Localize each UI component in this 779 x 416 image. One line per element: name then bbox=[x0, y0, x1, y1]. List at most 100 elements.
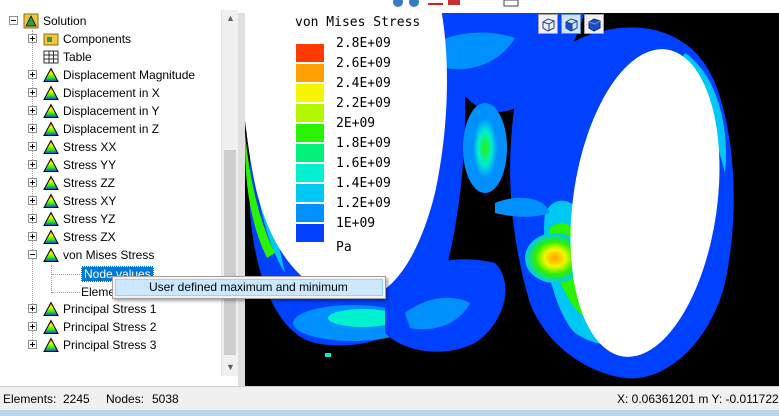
3d-viewport[interactable] bbox=[245, 13, 779, 386]
tree-item[interactable]: Displacement Magnitude bbox=[0, 66, 220, 84]
legend-value: 2.2E+09 bbox=[336, 96, 391, 111]
legend-swatch bbox=[296, 164, 324, 182]
result-triangle-icon bbox=[43, 193, 59, 208]
tree-root-label: Solution bbox=[43, 14, 87, 28]
tree-item[interactable]: Displacement in Y bbox=[0, 102, 220, 120]
iso-view-outline-button[interactable] bbox=[538, 14, 558, 34]
result-triangle-icon bbox=[43, 301, 59, 316]
table-icon bbox=[43, 50, 59, 64]
tree-item-label: Principal Stress 3 bbox=[63, 338, 157, 352]
tree-item-label: Displacement in Z bbox=[63, 122, 160, 136]
nodes-label: Nodes: bbox=[106, 392, 145, 406]
cursor-coordinates: X: 0.06361201 m Y: -0.01172206 bbox=[617, 392, 779, 406]
stress-contour-plot[interactable] bbox=[245, 13, 779, 386]
iso-view-solid-icon bbox=[588, 18, 601, 32]
result-triangle-icon bbox=[43, 85, 59, 100]
solution-icon bbox=[23, 13, 39, 29]
tree-item[interactable]: Components bbox=[0, 30, 220, 48]
tree-item[interactable]: Principal Stress 3 bbox=[0, 336, 220, 354]
result-triangle-icon bbox=[43, 229, 59, 244]
status-bar: Elements: 2245 Nodes: 5038 X: 0.06361201… bbox=[0, 386, 779, 411]
tree-scrollbar[interactable]: ▲ ▼ bbox=[221, 10, 238, 376]
result-triangle-icon bbox=[43, 121, 59, 136]
collapse-icon[interactable] bbox=[9, 16, 18, 25]
legend-swatch bbox=[296, 224, 324, 242]
tree-item-label: von Mises Stress bbox=[63, 248, 155, 262]
tree-item-label: Displacement in Y bbox=[63, 104, 160, 118]
tree-root-solution[interactable]: Solution bbox=[0, 12, 220, 30]
tree-item-label: Stress ZX bbox=[63, 230, 116, 244]
tree-item[interactable]: Principal Stress 2 bbox=[0, 318, 220, 336]
tree-item-label: Stress XX bbox=[63, 140, 117, 154]
expand-icon[interactable] bbox=[28, 340, 37, 349]
scrollbar-thumb[interactable] bbox=[224, 150, 236, 355]
result-triangle-icon bbox=[43, 247, 59, 262]
expand-icon[interactable] bbox=[28, 142, 37, 151]
legend-value: 1E+09 bbox=[336, 216, 376, 231]
legend-swatch bbox=[296, 124, 324, 142]
expand-icon[interactable] bbox=[28, 160, 37, 169]
tree-item[interactable]: von Mises Stress bbox=[0, 246, 220, 264]
nodes-count: 5038 bbox=[152, 392, 179, 406]
tree-item-label: Displacement in X bbox=[63, 86, 160, 100]
iso-view-outline-icon bbox=[542, 18, 555, 32]
legend-value: 2.4E+09 bbox=[336, 76, 391, 91]
tree-item[interactable]: Stress YY bbox=[0, 156, 220, 174]
iso-view-shaded-button[interactable] bbox=[561, 14, 581, 34]
expand-icon[interactable] bbox=[28, 70, 37, 79]
legend-swatch bbox=[296, 84, 324, 102]
expand-icon[interactable] bbox=[28, 106, 37, 115]
legend-swatch bbox=[296, 104, 324, 122]
result-triangle-icon bbox=[43, 157, 59, 172]
legend-swatch bbox=[296, 64, 324, 82]
results-tree: Solution Components Table Displacement Mag… bbox=[0, 0, 238, 386]
elements-label: Elements: bbox=[3, 392, 57, 406]
legend-value: 1.6E+09 bbox=[336, 156, 391, 171]
iso-view-shaded-icon bbox=[565, 18, 578, 32]
tree-item[interactable]: Stress ZX bbox=[0, 228, 220, 246]
legend-swatch bbox=[296, 204, 324, 222]
result-triangle-icon bbox=[43, 211, 59, 226]
tree-item[interactable]: Stress ZZ bbox=[0, 174, 220, 192]
splitter[interactable] bbox=[238, 0, 245, 386]
legend-value: 2.6E+09 bbox=[336, 56, 391, 71]
expand-icon[interactable] bbox=[28, 304, 37, 313]
expand-icon[interactable] bbox=[28, 196, 37, 205]
tree-item-label: Displacement Magnitude bbox=[63, 68, 196, 82]
tree-item[interactable]: Stress YZ bbox=[0, 210, 220, 228]
scroll-down-icon[interactable]: ▼ bbox=[222, 359, 238, 376]
tree-item[interactable]: Displacement in X bbox=[0, 84, 220, 102]
elements-count: 2245 bbox=[63, 392, 90, 406]
tree-item[interactable]: Stress XY bbox=[0, 192, 220, 210]
expand-icon[interactable] bbox=[28, 88, 37, 97]
tree-item[interactable]: Displacement in Z bbox=[0, 120, 220, 138]
toolbar-icons-partial bbox=[393, 0, 519, 7]
scroll-up-icon[interactable]: ▲ bbox=[222, 10, 238, 27]
tree-item[interactable]: Principal Stress 1 bbox=[0, 300, 220, 318]
tree-item-label: Principal Stress 2 bbox=[63, 320, 157, 334]
expand-icon[interactable] bbox=[28, 214, 37, 223]
tree-item[interactable]: Table bbox=[0, 48, 220, 66]
window-bottom-edge bbox=[0, 410, 779, 416]
expand-icon[interactable] bbox=[28, 124, 37, 133]
legend-value: 1.4E+09 bbox=[336, 176, 391, 191]
tree-item-label: Stress XY bbox=[63, 194, 117, 208]
expand-icon[interactable] bbox=[28, 34, 37, 43]
expand-icon[interactable] bbox=[28, 322, 37, 331]
legend-title: von Mises Stress bbox=[295, 15, 421, 30]
viewport-toolbar-strip bbox=[238, 0, 779, 13]
expand-icon[interactable] bbox=[28, 178, 37, 187]
tree-item[interactable]: Stress XX bbox=[0, 138, 220, 156]
tree-item-label: Principal Stress 1 bbox=[63, 302, 157, 316]
legend-swatch bbox=[296, 44, 324, 62]
iso-view-solid-button[interactable] bbox=[584, 14, 604, 34]
legend-unit: Pa bbox=[336, 240, 352, 255]
expand-icon[interactable] bbox=[28, 232, 37, 241]
collapse-icon[interactable] bbox=[28, 250, 37, 259]
legend-swatch bbox=[296, 184, 324, 202]
tree-item-label: Table bbox=[63, 50, 92, 64]
result-triangle-icon bbox=[43, 139, 59, 154]
result-triangle-icon bbox=[43, 103, 59, 118]
legend-value: 2.8E+09 bbox=[336, 36, 391, 51]
menu-item-user-defined-range[interactable]: User defined maximum and minimum bbox=[115, 279, 383, 296]
